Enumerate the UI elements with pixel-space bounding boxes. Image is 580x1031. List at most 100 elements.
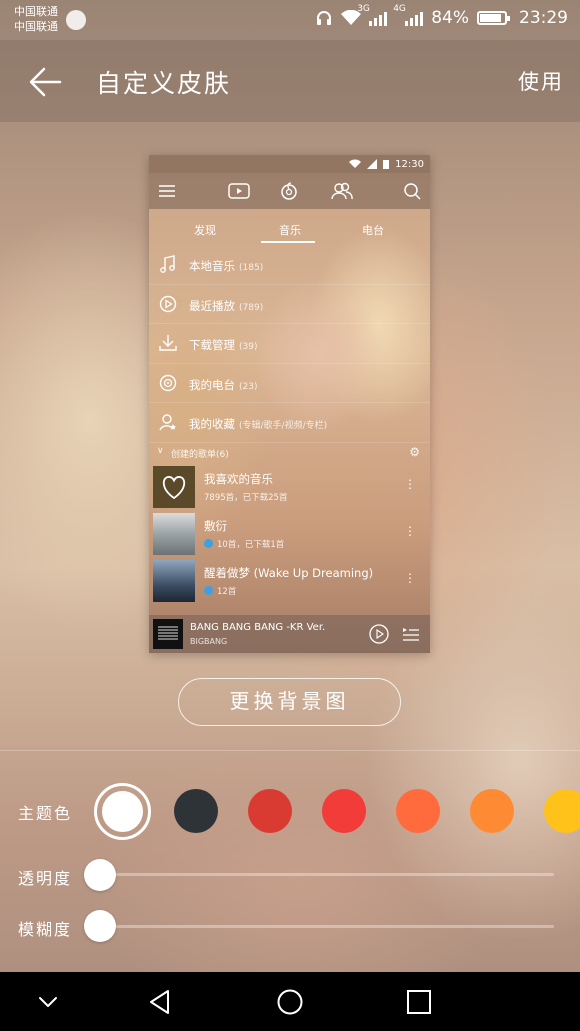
chevron-down-icon: ∨: [157, 445, 164, 456]
play-circle-icon: [369, 624, 389, 644]
preview-tab-discover: 发现: [194, 224, 216, 237]
player-song-title: BANG BANG BANG -KR Ver.: [190, 622, 326, 633]
battery-percent: 84%: [431, 8, 469, 28]
title-bar: 自定义皮肤 使用: [0, 40, 580, 122]
change-background-button[interactable]: 更换背景图: [178, 678, 401, 726]
preview-section-label: 创建的歌单(6): [171, 449, 229, 460]
preview-menu-count: (39): [239, 342, 258, 352]
preview-mini-player: BANG BANG BANG -KR Ver. BIGBANG: [149, 615, 430, 653]
playlist-meta: 10首，已下载1首: [204, 538, 284, 550]
preview-menu-label: 下载管理: [189, 338, 235, 352]
skin-preview: 12:30 发现 音乐 电台 本地音乐 (185) 最近播放 (789) 下载管理 (…: [149, 155, 430, 653]
blur-slider-thumb[interactable]: [84, 910, 116, 942]
battery-icon: [477, 11, 510, 25]
preview-menu-item: 本地音乐 (185): [149, 245, 430, 285]
recent-play-icon: [159, 295, 177, 312]
clock: 23:29: [519, 8, 568, 28]
download-icon: [159, 335, 177, 351]
preview-battery-icon: [383, 160, 390, 169]
preview-wifi-icon: [349, 159, 362, 168]
opacity-slider-thumb[interactable]: [84, 859, 116, 891]
carrier-logo-icon: [66, 10, 86, 30]
preview-menu-count: (185): [239, 263, 264, 273]
theme-swatch[interactable]: [322, 789, 366, 833]
opacity-label: 透明度: [18, 869, 73, 888]
preview-menu-item: 我的收藏 (专辑/歌手/视频/专栏): [149, 403, 430, 443]
preview-playlist-item: 醒着做梦 (Wake Up Dreaming) 12首 ⋮: [149, 557, 430, 604]
music-note-icon: [160, 255, 175, 273]
preview-playlist-item: 敷衍 10首，已下载1首 ⋮: [149, 510, 430, 557]
page-title: 自定义皮肤: [96, 69, 232, 98]
playlist-meta: 7895首，已下载25首: [204, 492, 288, 503]
preview-tab-indicator: [261, 241, 315, 243]
carrier-2: 中国联通: [14, 20, 58, 33]
nav-recents-icon[interactable]: [405, 988, 433, 1016]
nav-back-icon[interactable]: [146, 988, 174, 1016]
preview-status-bar: 12:30: [149, 155, 430, 173]
preview-section-header: ∨ 创建的歌单(6) ⚙: [149, 443, 430, 463]
hide-nav-chevron-icon[interactable]: [34, 988, 62, 1016]
playlist-title: 醒着做梦 (Wake Up Dreaming): [204, 565, 374, 580]
downloaded-check-icon: [204, 538, 213, 548]
playlist-cover: [153, 465, 195, 508]
gear-icon: ⚙: [409, 444, 420, 459]
preview-tab-radio: 电台: [362, 224, 384, 237]
preview-menu-label: 我的收藏: [189, 417, 235, 431]
signal-4g-icon: 4G: [393, 4, 424, 26]
headphones-icon: [317, 11, 332, 25]
more-vertical-icon: ⋮: [404, 523, 416, 538]
divider: [0, 750, 580, 751]
nav-home-icon[interactable]: [276, 988, 304, 1016]
player-cover: [153, 619, 183, 649]
playlist-cover: [153, 512, 195, 555]
downloaded-check-icon: [204, 585, 213, 595]
preview-signal-icon: [367, 159, 378, 169]
blur-slider-track[interactable]: [100, 925, 554, 928]
playlist-queue-icon: [403, 628, 419, 641]
theme-swatch-selected[interactable]: [94, 783, 151, 840]
opacity-slider-track[interactable]: [100, 873, 554, 876]
preview-music-logo-icon: [281, 182, 297, 200]
preview-menu-item: 最近播放 (789): [149, 285, 430, 324]
playlist-title: 敷衍: [204, 518, 227, 533]
playlist-cover: [153, 559, 195, 602]
carrier-1: 中国联通: [14, 5, 58, 18]
player-artist: BIGBANG: [190, 637, 228, 646]
more-vertical-icon: ⋮: [404, 570, 416, 585]
preview-menu-icon: [159, 185, 175, 197]
more-vertical-icon: ⋮: [404, 476, 416, 491]
preview-menu-label: 本地音乐: [189, 259, 235, 273]
favorite-user-icon: [159, 414, 176, 431]
theme-swatch[interactable]: [470, 789, 514, 833]
theme-swatch[interactable]: [396, 789, 440, 833]
preview-menu-label: 我的电台: [189, 377, 235, 392]
preview-playlist-item: 我喜欢的音乐 7895首，已下载25首 ⋮: [149, 463, 430, 510]
preview-menu-count: (专辑/歌手/视频/专栏): [239, 421, 328, 431]
preview-menu-item: 下载管理 (39): [149, 324, 430, 364]
preview-menu-label: 最近播放: [189, 298, 235, 313]
carrier-labels: 中国联通 中国联通: [14, 4, 58, 34]
preview-menu-count: (789): [239, 302, 264, 313]
status-bar: 中国联通 中国联通 3G 4G 84% 23:29: [0, 0, 580, 40]
theme-swatch[interactable]: [248, 789, 292, 833]
back-arrow-icon[interactable]: [26, 62, 66, 102]
blur-label: 模糊度: [18, 920, 73, 939]
preview-tab-music: 音乐: [279, 224, 301, 237]
preview-time: 12:30: [395, 158, 424, 170]
heart-icon: [162, 475, 186, 499]
radio-icon: [159, 374, 177, 391]
theme-swatch[interactable]: [174, 789, 218, 833]
playlist-title: 我喜欢的音乐: [204, 471, 273, 486]
preview-menu-count: (23): [239, 381, 258, 392]
playlist-meta: 12首: [204, 585, 236, 597]
preview-tabs: 发现 音乐 电台: [149, 209, 430, 245]
theme-swatch[interactable]: [544, 789, 580, 833]
preview-friends-icon: [331, 182, 353, 200]
preview-menu-item: 我的电台 (23): [149, 364, 430, 403]
signal-3g-icon: 3G: [357, 4, 388, 26]
use-button[interactable]: 使用: [518, 66, 564, 96]
preview-search-icon: [404, 183, 421, 200]
system-nav-bar: [0, 972, 580, 1031]
theme-color-label: 主题色: [18, 804, 73, 823]
preview-toolbar: [149, 173, 430, 209]
